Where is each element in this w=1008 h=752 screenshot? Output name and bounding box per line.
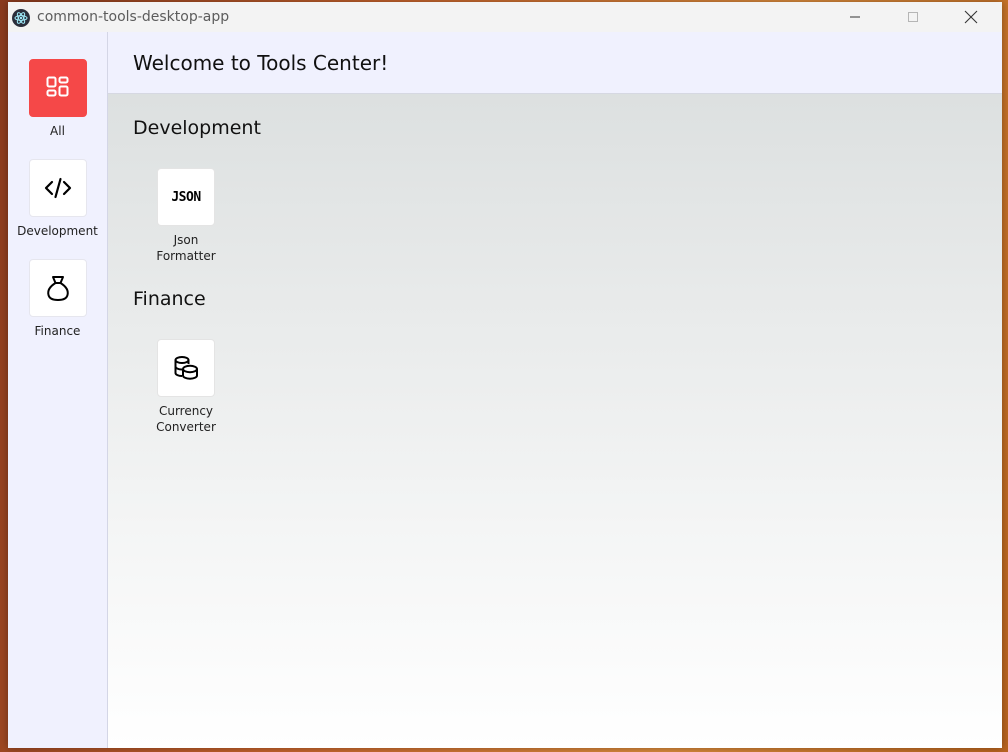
tool-json-formatter-tile[interactable]: JSON: [157, 168, 215, 226]
coins-icon: [174, 356, 198, 380]
maximize-button[interactable]: [884, 2, 942, 32]
window-title: common-tools-desktop-app: [37, 9, 230, 25]
section-title-development: Development: [133, 117, 261, 139]
dashboard-icon: [46, 76, 68, 97]
tool-label: Currency Converter: [136, 403, 236, 435]
tool-label-line1: Currency: [158, 404, 214, 418]
maximize-icon: [908, 12, 918, 22]
json-icon: JSON: [171, 189, 201, 205]
page-header: Welcome to Tools Center!: [108, 32, 1002, 94]
app-window: common-tools-desktop-app All Development…: [8, 2, 1002, 748]
tool-label-line1: Json: [173, 233, 199, 247]
sidebar: All Development Finance: [8, 32, 108, 748]
minimize-icon: [850, 16, 860, 18]
main-content: Welcome to Tools Center! Development JSO…: [108, 32, 1002, 748]
money-bag-icon: [46, 276, 69, 301]
title-bar[interactable]: common-tools-desktop-app: [8, 2, 1002, 32]
page-title: Welcome to Tools Center!: [133, 51, 389, 75]
code-icon: [44, 177, 71, 199]
sidebar-item-label: All: [50, 124, 65, 138]
tool-label: Json Formatter: [136, 232, 236, 264]
sidebar-item-finance[interactable]: Finance: [8, 259, 107, 338]
close-button[interactable]: [942, 2, 1000, 32]
tool-currency-converter[interactable]: Currency Converter: [136, 339, 236, 435]
tool-currency-converter-tile[interactable]: [157, 339, 215, 397]
tool-label-line2: Converter: [156, 420, 216, 434]
sidebar-item-label: Finance: [34, 324, 81, 338]
sidebar-item-development[interactable]: Development: [8, 159, 107, 238]
sidebar-item-development-tile[interactable]: [28, 159, 87, 217]
section-title-finance: Finance: [133, 288, 206, 310]
sidebar-item-finance-tile[interactable]: [28, 259, 87, 317]
sidebar-item-label: Development: [17, 224, 98, 238]
sidebar-item-all[interactable]: All: [8, 59, 107, 138]
sidebar-item-all-tile[interactable]: [28, 59, 87, 117]
close-icon: [964, 10, 978, 24]
tool-json-formatter[interactable]: JSON Json Formatter: [136, 168, 236, 264]
tool-label-line2: Formatter: [156, 249, 216, 263]
app-logo-icon: [12, 9, 30, 27]
minimize-button[interactable]: [826, 2, 884, 32]
